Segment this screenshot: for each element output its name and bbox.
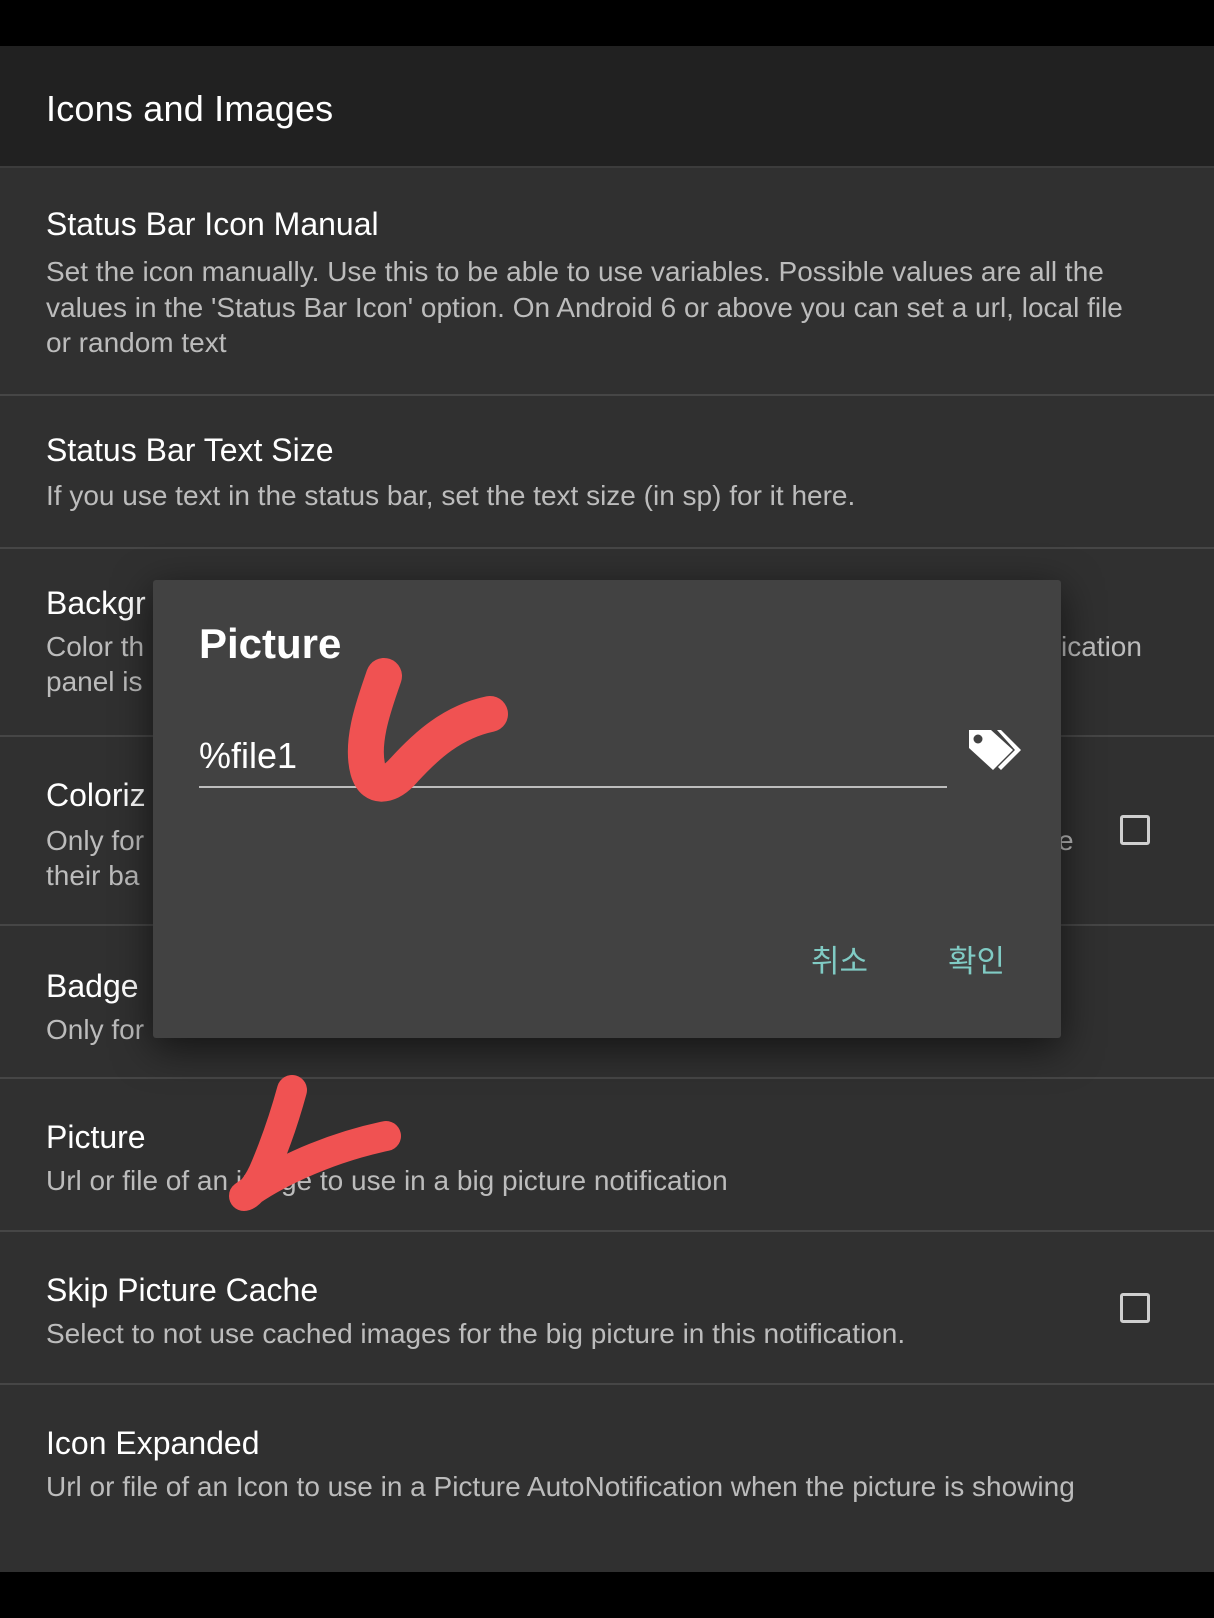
setting-summary: Url or file of an Icon to use in a Pictu… — [46, 1471, 1075, 1502]
dialog-title: Picture — [199, 620, 342, 667]
setting-title: Badge — [46, 968, 139, 1004]
setting-title: Backgr — [46, 585, 146, 621]
setting-picture[interactable]: Picture Url or file of an image to use i… — [0, 1079, 1214, 1232]
setting-title: Icon Expanded — [46, 1425, 260, 1461]
navigation-bar — [0, 1572, 1214, 1618]
app-bar: Icons and Images — [0, 46, 1214, 168]
setting-status-bar-icon-manual[interactable]: Status Bar Icon Manual Set the icon manu… — [0, 168, 1214, 396]
setting-summary: Url or file of an image to use in a big … — [46, 1165, 728, 1196]
setting-title: Picture — [46, 1119, 146, 1155]
cancel-button[interactable]: 취소 — [803, 932, 876, 985]
setting-summary: Select to not use cached images for the … — [46, 1318, 906, 1349]
setting-summary: Only for — [46, 1014, 145, 1045]
setting-skip-picture-cache[interactable]: Skip Picture Cache Select to not use cac… — [0, 1232, 1214, 1385]
screen: Icons and Images Status Bar Icon Manual … — [0, 0, 1214, 1618]
ok-button[interactable]: 확인 — [940, 932, 1013, 985]
setting-status-bar-text-size[interactable]: Status Bar Text Size If you use text in … — [0, 396, 1214, 549]
setting-summary: Set the icon manually. Use this to be ab… — [46, 256, 1123, 358]
picture-dialog: Picture 취소 확인 — [153, 580, 1061, 1038]
setting-summary-line2: panel is — [46, 666, 143, 697]
setting-summary: Only for — [46, 825, 145, 856]
page-title: Icons and Images — [46, 88, 334, 129]
setting-summary: If you use text in the status bar, set t… — [46, 480, 856, 511]
colorize-checkbox[interactable] — [1120, 815, 1150, 845]
tags-icon[interactable] — [961, 718, 1021, 778]
setting-title: Status Bar Text Size — [46, 432, 334, 468]
setting-summary-line2: their ba — [46, 860, 140, 891]
setting-summary-right: ication — [1061, 631, 1142, 662]
setting-summary: Color th — [46, 631, 145, 662]
setting-icon-expanded[interactable]: Icon Expanded Url or file of an Icon to … — [0, 1385, 1214, 1572]
setting-title: Skip Picture Cache — [46, 1272, 319, 1308]
picture-input[interactable] — [199, 732, 947, 788]
setting-title: Coloriz — [46, 777, 146, 813]
setting-title: Status Bar Icon Manual — [46, 206, 379, 242]
skip-picture-cache-checkbox[interactable] — [1120, 1293, 1150, 1323]
